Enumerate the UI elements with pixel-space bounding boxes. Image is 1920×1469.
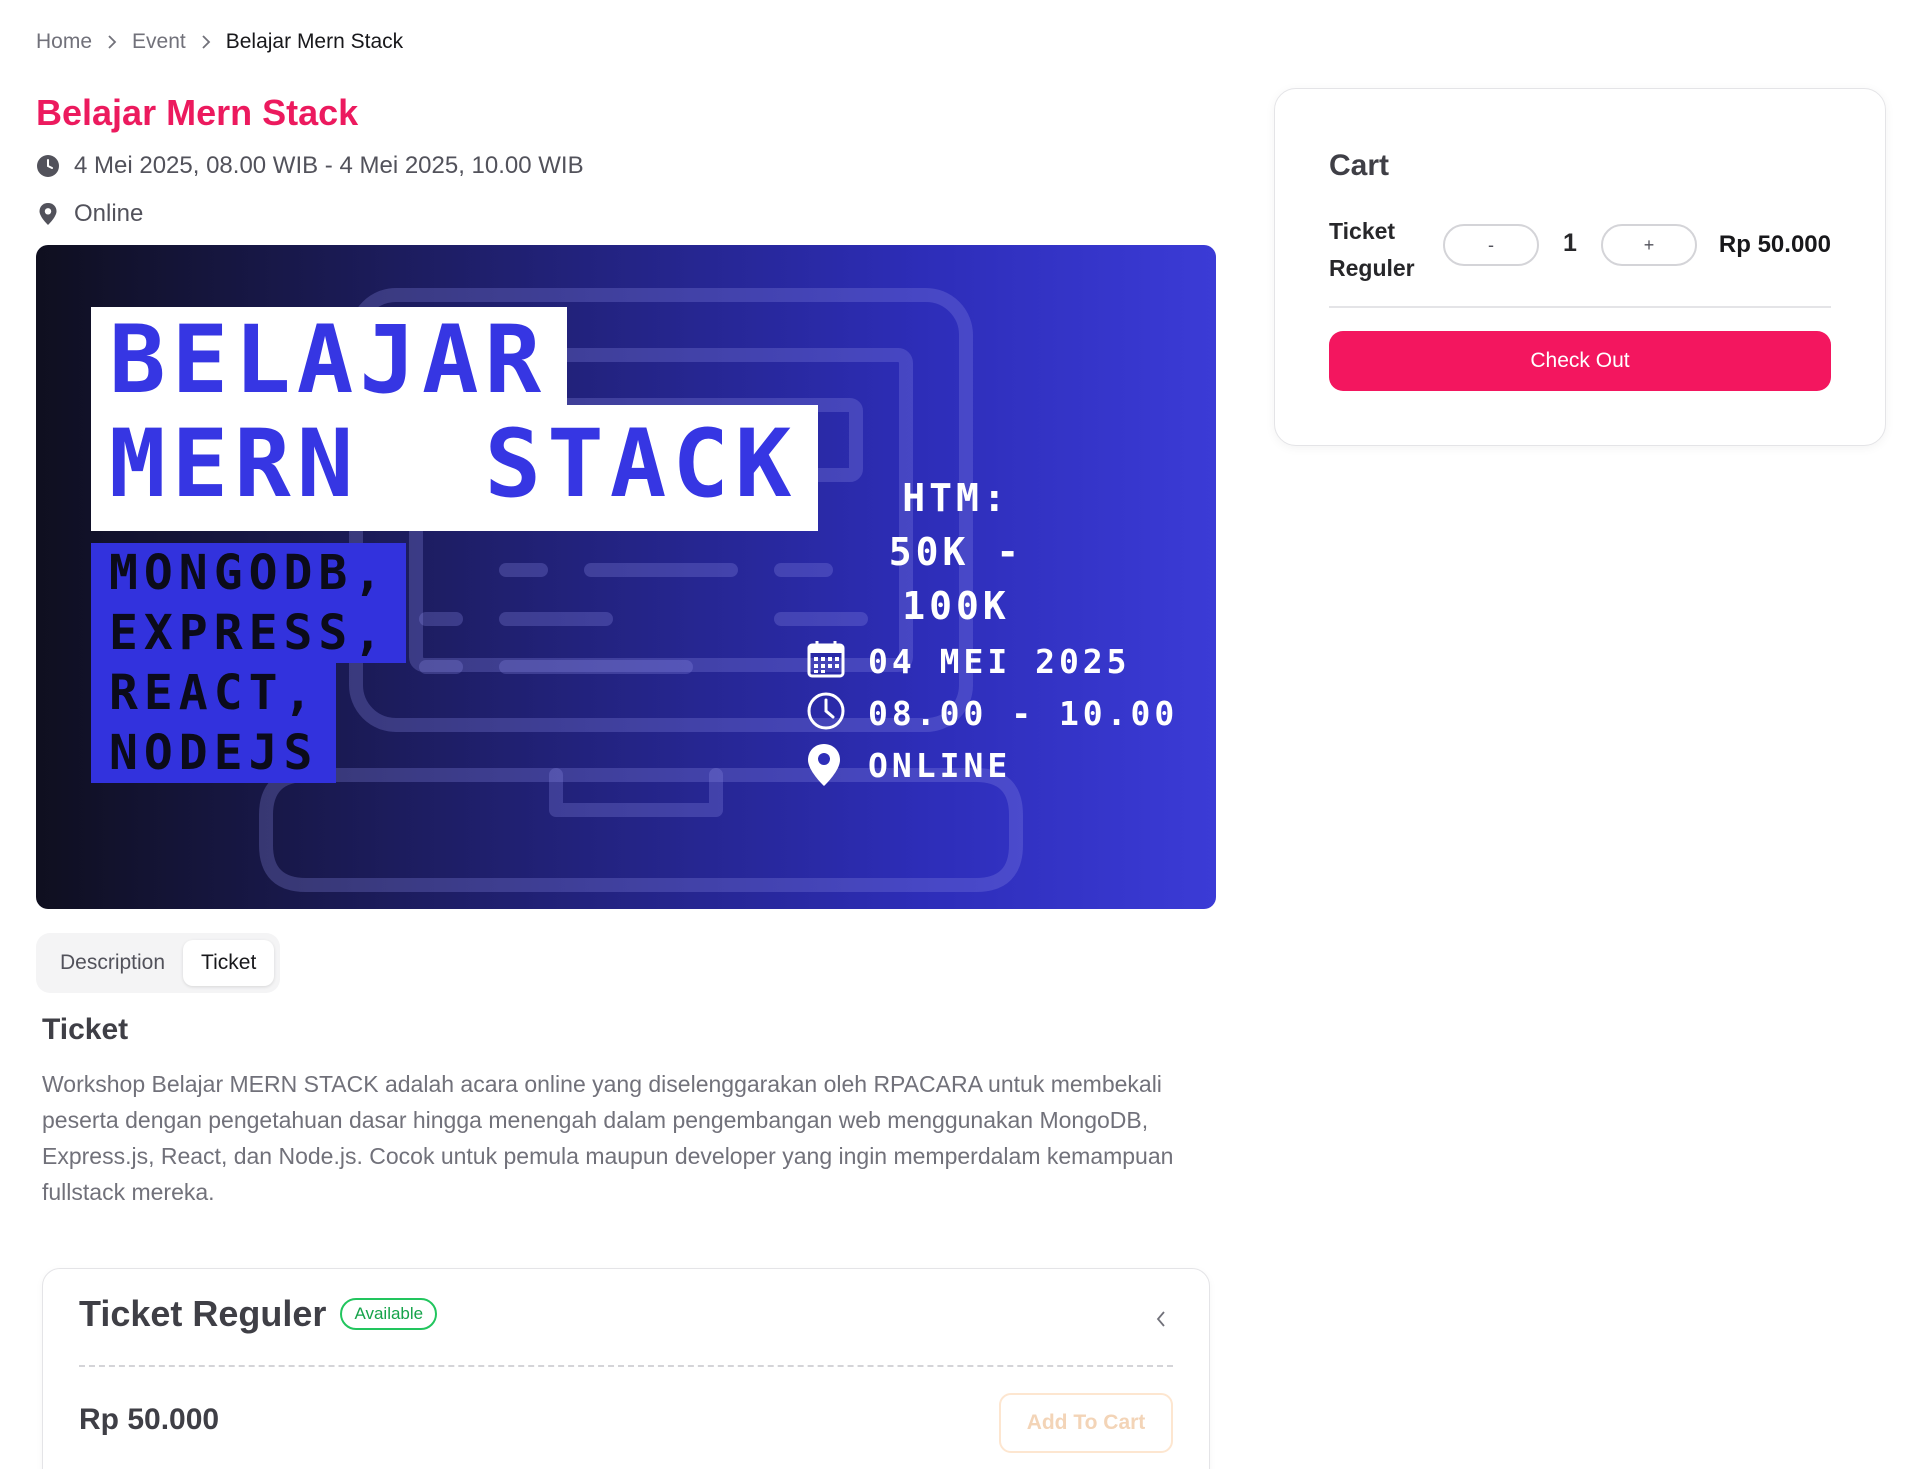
banner-stack-line: EXPRESS, <box>91 603 407 663</box>
event-datetime: 4 Mei 2025, 08.00 WIB - 4 Mei 2025, 10.0… <box>74 152 584 179</box>
ticket-name: Ticket Reguler <box>79 1293 327 1334</box>
event-location-row: Online <box>36 200 143 228</box>
cart-title: Cart <box>1329 149 1390 182</box>
banner-stack-line: MONGODB, <box>91 543 407 603</box>
chevron-right-icon <box>186 35 226 49</box>
checkout-button[interactable]: Check Out <box>1329 331 1831 391</box>
banner-date-row: 04 MEI 2025 <box>806 639 1131 683</box>
calendar-icon <box>806 639 850 683</box>
add-to-cart-button[interactable]: Add To Cart <box>999 1393 1173 1453</box>
event-datetime-row: 4 Mei 2025, 08.00 WIB - 4 Mei 2025, 10.0… <box>36 152 584 180</box>
chevron-left-icon[interactable] <box>1149 1307 1173 1331</box>
breadcrumb-event[interactable]: Event <box>132 30 186 54</box>
quantity-decrease-button[interactable]: - <box>1443 224 1539 266</box>
banner-time-row: 08.00 - 10.00 <box>806 691 1178 735</box>
quantity-increase-button[interactable]: + <box>1601 224 1697 266</box>
chevron-right-icon <box>92 35 132 49</box>
clock-icon <box>806 691 850 735</box>
ticket-price: Rp 50.000 <box>79 1403 220 1436</box>
event-description: Workshop Belajar MERN STACK adalah acara… <box>42 1071 1174 1205</box>
banner-venue: ONLINE <box>868 745 1012 785</box>
banner-stack-line: REACT, <box>91 663 337 723</box>
section-heading: Ticket <box>42 1013 129 1046</box>
event-title: Belajar Mern Stack <box>36 92 359 133</box>
banner-venue-row: ONLINE <box>806 743 1011 787</box>
ticket-card-divider <box>79 1365 1173 1367</box>
cart-item-name: Ticket Reguler <box>1329 218 1415 281</box>
map-pin-icon <box>36 202 60 226</box>
banner-time: 08.00 - 10.00 <box>868 693 1179 733</box>
banner-htm: HTM: 50K - 100K <box>826 471 1086 633</box>
cart-item-price: Rp 50.000 <box>1718 231 1831 258</box>
quantity-value: 1 <box>1563 229 1577 257</box>
map-pin-icon <box>806 743 850 787</box>
tab-ticket[interactable]: Ticket <box>183 940 275 986</box>
banner-title-line1: BELAJAR <box>91 307 568 408</box>
breadcrumb: Home Event Belajar Mern Stack <box>36 30 403 54</box>
clock-icon <box>36 154 60 178</box>
banner-title-line2: MERN STACK <box>91 405 818 531</box>
banner-htm-label: HTM: <box>902 476 1010 520</box>
event-banner: BELAJAR MERN STACK MONGODB, EXPRESS, REA… <box>36 245 1216 909</box>
event-location: Online <box>74 200 144 227</box>
banner-htm-value: 50K - 100K <box>888 530 1024 628</box>
banner-stack-line: NODEJS <box>91 723 337 783</box>
cart-panel: Cart Ticket Reguler - 1 + Rp 50.000 Chec… <box>1274 88 1886 446</box>
tab-bar: Description Ticket <box>36 933 281 993</box>
breadcrumb-home[interactable]: Home <box>36 30 92 54</box>
banner-date: 04 MEI 2025 <box>868 641 1131 681</box>
cart-divider <box>1329 306 1831 308</box>
status-badge: Available <box>340 1298 438 1330</box>
ticket-card: Ticket Reguler Available Rp 50.000 Add T… <box>42 1268 1210 1469</box>
tab-description[interactable]: Description <box>42 940 183 986</box>
ticket-card-header: Ticket Reguler Available <box>79 1293 438 1335</box>
breadcrumb-current: Belajar Mern Stack <box>225 30 404 53</box>
